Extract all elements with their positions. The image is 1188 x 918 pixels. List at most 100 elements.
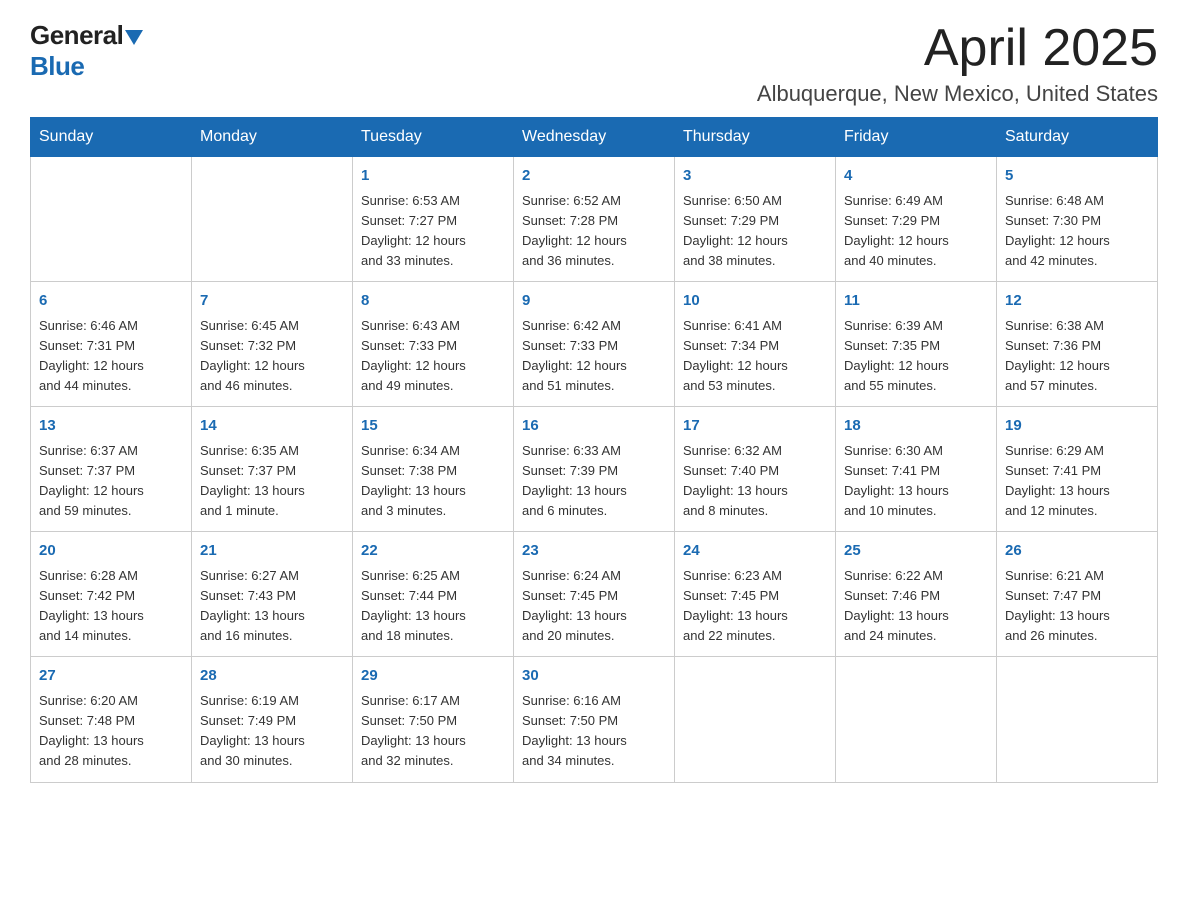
calendar-header: SundayMondayTuesdayWednesdayThursdayFrid… xyxy=(31,118,1158,157)
day-info: Sunrise: 6:32 AM Sunset: 7:40 PM Dayligh… xyxy=(683,441,827,522)
column-header-sunday: Sunday xyxy=(31,118,192,157)
day-info: Sunrise: 6:22 AM Sunset: 7:46 PM Dayligh… xyxy=(844,566,988,647)
calendar-cell: 29 Sunrise: 6:17 AM Sunset: 7:50 PM Dayli… xyxy=(353,657,514,782)
day-number: 10 xyxy=(683,290,827,313)
day-number: 9 xyxy=(522,290,666,313)
calendar-cell: 19Sunrise: 6:29 AM Sunset: 7:41 PM Dayli… xyxy=(997,407,1158,532)
day-number: 18 xyxy=(844,415,988,438)
calendar-cell: 1 Sunrise: 6:53 AM Sunset: 7:27 PM Daylig… xyxy=(353,157,514,282)
calendar-cell xyxy=(675,657,836,782)
day-info: Sunrise: 6:24 AM Sunset: 7:45 PM Dayligh… xyxy=(522,566,666,647)
calendar-cell: 25Sunrise: 6:22 AM Sunset: 7:46 PM Dayli… xyxy=(836,532,997,657)
calendar-cell: 11 Sunrise: 6:39 AM Sunset: 7:35 PM Dayli… xyxy=(836,282,997,407)
column-header-friday: Friday xyxy=(836,118,997,157)
calendar-cell: 24 Sunrise: 6:23 AM Sunset: 7:45 PM Dayli… xyxy=(675,532,836,657)
day-info: Sunrise: 6:19 AM Sunset: 7:49 PM Dayligh… xyxy=(200,691,344,772)
calendar-cell: 9Sunrise: 6:42 AM Sunset: 7:33 PM Daylig… xyxy=(514,282,675,407)
day-number: 6 xyxy=(39,290,183,313)
day-number: 5 xyxy=(1005,165,1149,188)
day-info: Sunrise: 6:29 AM Sunset: 7:41 PM Dayligh… xyxy=(1005,441,1149,522)
day-number: 14 xyxy=(200,415,344,438)
page-header: General Blue April 2025 Albuquerque, New… xyxy=(30,20,1158,107)
day-info: Sunrise: 6:48 AM Sunset: 7:30 PM Dayligh… xyxy=(1005,191,1149,272)
day-number: 4 xyxy=(844,165,988,188)
calendar-cell: 28 Sunrise: 6:19 AM Sunset: 7:49 PM Dayli… xyxy=(192,657,353,782)
logo: General Blue xyxy=(30,20,143,82)
day-number: 2 xyxy=(522,165,666,188)
day-info: Sunrise: 6:21 AM Sunset: 7:47 PM Dayligh… xyxy=(1005,566,1149,647)
day-number: 22 xyxy=(361,540,505,563)
logo-text-blue: Blue xyxy=(30,51,84,81)
day-info: Sunrise: 6:50 AM Sunset: 7:29 PM Dayligh… xyxy=(683,191,827,272)
day-number: 15 xyxy=(361,415,505,438)
week-row-2: 6Sunrise: 6:46 AM Sunset: 7:31 PM Daylig… xyxy=(31,282,1158,407)
day-info: Sunrise: 6:37 AM Sunset: 7:37 PM Dayligh… xyxy=(39,441,183,522)
day-number: 23 xyxy=(522,540,666,563)
calendar-cell xyxy=(31,157,192,282)
day-info: Sunrise: 6:45 AM Sunset: 7:32 PM Dayligh… xyxy=(200,316,344,397)
calendar-cell: 20 Sunrise: 6:28 AM Sunset: 7:42 PM Dayli… xyxy=(31,532,192,657)
day-info: Sunrise: 6:25 AM Sunset: 7:44 PM Dayligh… xyxy=(361,566,505,647)
day-info: Sunrise: 6:28 AM Sunset: 7:42 PM Dayligh… xyxy=(39,566,183,647)
day-info: Sunrise: 6:17 AM Sunset: 7:50 PM Dayligh… xyxy=(361,691,505,772)
day-info: Sunrise: 6:39 AM Sunset: 7:35 PM Dayligh… xyxy=(844,316,988,397)
calendar-cell: 23 Sunrise: 6:24 AM Sunset: 7:45 PM Dayli… xyxy=(514,532,675,657)
day-number: 29 xyxy=(361,665,505,688)
calendar-cell: 6Sunrise: 6:46 AM Sunset: 7:31 PM Daylig… xyxy=(31,282,192,407)
calendar-cell: 16 Sunrise: 6:33 AM Sunset: 7:39 PM Dayli… xyxy=(514,407,675,532)
calendar-cell: 27Sunrise: 6:20 AM Sunset: 7:48 PM Dayli… xyxy=(31,657,192,782)
logo-triangle-icon xyxy=(125,30,143,45)
day-number: 28 xyxy=(200,665,344,688)
day-number: 11 xyxy=(844,290,988,313)
day-info: Sunrise: 6:52 AM Sunset: 7:28 PM Dayligh… xyxy=(522,191,666,272)
day-info: Sunrise: 6:23 AM Sunset: 7:45 PM Dayligh… xyxy=(683,566,827,647)
calendar-cell: 2 Sunrise: 6:52 AM Sunset: 7:28 PM Daylig… xyxy=(514,157,675,282)
logo-text-general: General xyxy=(30,20,123,51)
week-row-3: 13Sunrise: 6:37 AM Sunset: 7:37 PM Dayli… xyxy=(31,407,1158,532)
day-number: 26 xyxy=(1005,540,1149,563)
calendar-cell: 7 Sunrise: 6:45 AM Sunset: 7:32 PM Daylig… xyxy=(192,282,353,407)
day-number: 3 xyxy=(683,165,827,188)
calendar-cell: 8Sunrise: 6:43 AM Sunset: 7:33 PM Daylig… xyxy=(353,282,514,407)
location-subtitle: Albuquerque, New Mexico, United States xyxy=(757,81,1158,107)
day-info: Sunrise: 6:34 AM Sunset: 7:38 PM Dayligh… xyxy=(361,441,505,522)
month-year-title: April 2025 xyxy=(757,20,1158,77)
calendar-body: 1 Sunrise: 6:53 AM Sunset: 7:27 PM Daylig… xyxy=(31,157,1158,782)
title-area: April 2025 Albuquerque, New Mexico, Unit… xyxy=(757,20,1158,107)
day-info: Sunrise: 6:16 AM Sunset: 7:50 PM Dayligh… xyxy=(522,691,666,772)
day-number: 17 xyxy=(683,415,827,438)
calendar-cell: 10 Sunrise: 6:41 AM Sunset: 7:34 PM Dayli… xyxy=(675,282,836,407)
calendar-cell: 26 Sunrise: 6:21 AM Sunset: 7:47 PM Dayli… xyxy=(997,532,1158,657)
day-number: 16 xyxy=(522,415,666,438)
column-header-saturday: Saturday xyxy=(997,118,1158,157)
calendar-cell: 30 Sunrise: 6:16 AM Sunset: 7:50 PM Dayli… xyxy=(514,657,675,782)
day-number: 30 xyxy=(522,665,666,688)
day-info: Sunrise: 6:38 AM Sunset: 7:36 PM Dayligh… xyxy=(1005,316,1149,397)
day-info: Sunrise: 6:33 AM Sunset: 7:39 PM Dayligh… xyxy=(522,441,666,522)
day-info: Sunrise: 6:27 AM Sunset: 7:43 PM Dayligh… xyxy=(200,566,344,647)
day-info: Sunrise: 6:35 AM Sunset: 7:37 PM Dayligh… xyxy=(200,441,344,522)
day-number: 20 xyxy=(39,540,183,563)
week-row-4: 20 Sunrise: 6:28 AM Sunset: 7:42 PM Dayli… xyxy=(31,532,1158,657)
day-info: Sunrise: 6:53 AM Sunset: 7:27 PM Dayligh… xyxy=(361,191,505,272)
calendar-cell: 15 Sunrise: 6:34 AM Sunset: 7:38 PM Dayli… xyxy=(353,407,514,532)
day-number: 7 xyxy=(200,290,344,313)
day-info: Sunrise: 6:30 AM Sunset: 7:41 PM Dayligh… xyxy=(844,441,988,522)
calendar-cell xyxy=(836,657,997,782)
column-header-tuesday: Tuesday xyxy=(353,118,514,157)
day-info: Sunrise: 6:41 AM Sunset: 7:34 PM Dayligh… xyxy=(683,316,827,397)
calendar-cell: 13Sunrise: 6:37 AM Sunset: 7:37 PM Dayli… xyxy=(31,407,192,532)
calendar-cell: 21Sunrise: 6:27 AM Sunset: 7:43 PM Dayli… xyxy=(192,532,353,657)
calendar-cell: 4Sunrise: 6:49 AM Sunset: 7:29 PM Daylig… xyxy=(836,157,997,282)
calendar-cell: 18 Sunrise: 6:30 AM Sunset: 7:41 PM Dayli… xyxy=(836,407,997,532)
header-row: SundayMondayTuesdayWednesdayThursdayFrid… xyxy=(31,118,1158,157)
calendar-cell: 3 Sunrise: 6:50 AM Sunset: 7:29 PM Daylig… xyxy=(675,157,836,282)
day-number: 1 xyxy=(361,165,505,188)
calendar-cell: 5 Sunrise: 6:48 AM Sunset: 7:30 PM Daylig… xyxy=(997,157,1158,282)
day-number: 27 xyxy=(39,665,183,688)
column-header-thursday: Thursday xyxy=(675,118,836,157)
day-number: 12 xyxy=(1005,290,1149,313)
day-info: Sunrise: 6:43 AM Sunset: 7:33 PM Dayligh… xyxy=(361,316,505,397)
day-number: 24 xyxy=(683,540,827,563)
week-row-5: 27Sunrise: 6:20 AM Sunset: 7:48 PM Dayli… xyxy=(31,657,1158,782)
